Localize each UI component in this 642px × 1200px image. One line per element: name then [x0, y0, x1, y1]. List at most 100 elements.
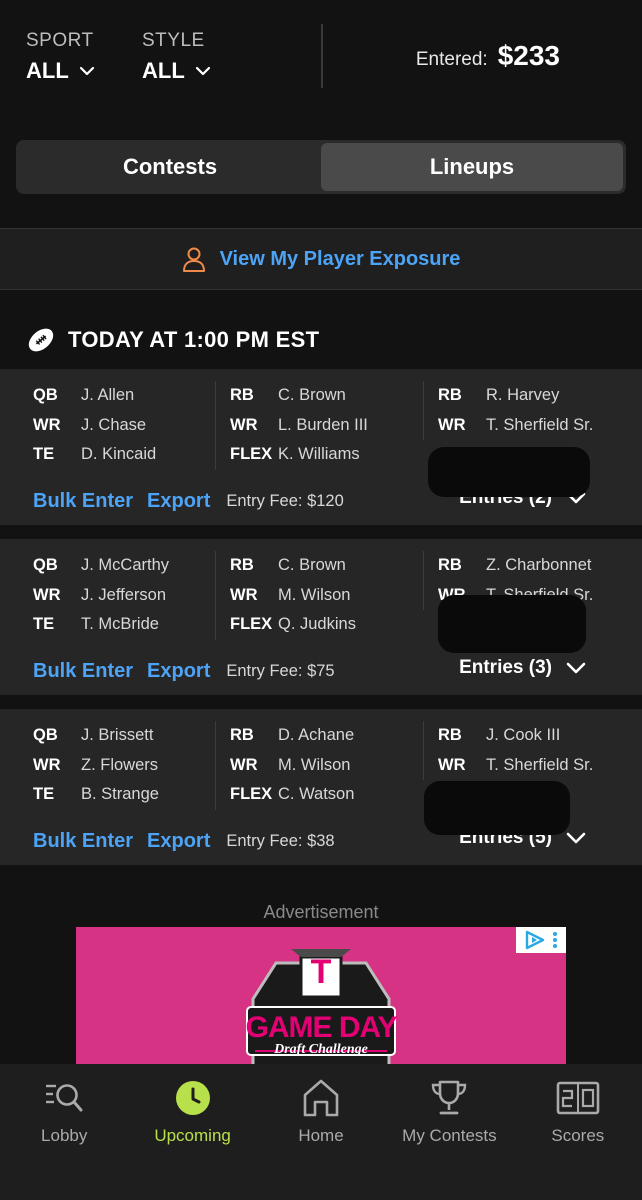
bulk-enter-button[interactable]: Bulk Enter [33, 830, 133, 853]
lineup-card[interactable]: QB J. McCarthy WR J. Jefferson TE T. McBrid… [0, 539, 642, 695]
position-label: TE [33, 785, 55, 804]
lineup-column: QB J. Brissett WR Z. Flowers TE B. Strange [33, 721, 233, 810]
player-name: T. Sherfield Sr. [486, 755, 594, 774]
position-label: FLEX [230, 785, 273, 804]
lineup-column: RB D. Achane WR M. Wilson FLEX C. Watson [215, 721, 415, 810]
player-name: K. Williams [278, 445, 360, 464]
bulk-enter-button[interactable]: Bulk Enter [33, 490, 133, 513]
player-name: Z. Charbonnet [486, 556, 592, 575]
advertisement-label: Advertisement [263, 902, 379, 922]
position-label: WR [438, 415, 466, 434]
nav-home[interactable]: Home [257, 1064, 385, 1200]
position-label: QB [33, 386, 58, 405]
redaction-mark [438, 595, 586, 653]
entered-total: Entered: $233 [416, 40, 560, 72]
ad-headline: GAME DAY [245, 1011, 398, 1044]
slate-header: TODAY AT 1:00 PM EST [26, 325, 319, 355]
player-name: J. Brissett [81, 726, 154, 745]
position-label: FLEX [230, 615, 273, 634]
style-filter-value: ALL [142, 58, 185, 83]
entered-label: Entered: [415, 49, 488, 70]
position-label: RB [230, 556, 254, 575]
lineup-card[interactable]: QB J. Brissett WR Z. Flowers TE B. Strange … [0, 709, 642, 865]
position-label: WR [230, 585, 258, 604]
nav-upcoming-label: Upcoming [154, 1126, 231, 1145]
position-label: WR [438, 755, 466, 774]
position-label: FLEX [230, 445, 273, 464]
entered-amount: $233 [497, 40, 560, 71]
player-exposure-link[interactable]: View My Player Exposure [0, 228, 642, 290]
player-name: J. Chase [81, 415, 147, 434]
nav-scores-label: Scores [551, 1126, 605, 1145]
clock-icon [175, 1081, 210, 1115]
sport-filter-label: SPORT [26, 30, 94, 51]
lineup-column: QB J. Allen WR J. Chase TE D. Kincaid [33, 381, 233, 470]
nav-my-contests-label: My Contests [402, 1126, 497, 1145]
player-name: L. Burden III [278, 415, 368, 434]
sport-filter-value: ALL [26, 58, 69, 83]
chevron-down-icon [566, 662, 586, 674]
position-label: RB [438, 386, 462, 405]
trophy-icon [432, 1080, 467, 1115]
tab-contests[interactable]: Contests [19, 143, 321, 191]
home-icon [303, 1079, 339, 1117]
redaction-mark [424, 781, 570, 835]
player-name: Q. Judkins [278, 615, 356, 634]
player-name: D. Kincaid [81, 445, 157, 464]
style-filter-label: STYLE [142, 30, 205, 51]
position-label: WR [33, 755, 61, 774]
ad-choices-icon [525, 930, 545, 950]
player-name: J. Cook III [486, 726, 561, 745]
position-label: RB [230, 386, 254, 405]
more-options-icon [553, 932, 557, 948]
tab-lineups[interactable]: Lineups [321, 143, 623, 191]
player-name: M. Wilson [278, 585, 351, 604]
position-label: TE [33, 615, 55, 634]
player-name: J. McCarthy [81, 556, 170, 575]
entries-toggle[interactable]: Entries (3) [459, 657, 586, 679]
export-button[interactable]: Export [147, 830, 210, 853]
brand-letter: T [310, 953, 332, 991]
position-label: WR [230, 755, 258, 774]
style-filter[interactable]: STYLE ALL [142, 30, 211, 84]
lineup-card[interactable]: QB J. Allen WR J. Chase TE D. Kincaid RB C. … [0, 369, 642, 525]
entry-fee: Entry Fee: $120 [226, 491, 344, 510]
nav-upcoming[interactable]: Upcoming [128, 1064, 256, 1200]
player-exposure-label: View My Player Exposure [219, 247, 461, 270]
export-button[interactable]: Export [147, 660, 210, 683]
bottom-nav: Lobby Upcoming Home My Contests Scores [0, 1064, 642, 1200]
ad-choices-badge[interactable] [516, 927, 566, 953]
lineup-column: RB R. Harvey WR T. Sherfield Sr. [423, 381, 623, 440]
ad-subline: Draft Challenge [274, 1042, 368, 1057]
position-label: WR [230, 415, 258, 434]
bulk-enter-button[interactable]: Bulk Enter [33, 660, 133, 683]
nav-scores[interactable]: Scores [514, 1064, 642, 1200]
position-label: RB [438, 726, 462, 745]
position-label: RB [438, 556, 462, 575]
nav-home-label: Home [298, 1126, 344, 1145]
entry-fee: Entry Fee: $38 [226, 831, 335, 850]
player-name: C. Watson [278, 785, 355, 804]
export-button[interactable]: Export [147, 490, 210, 513]
header-divider [321, 24, 323, 88]
player-name: C. Brown [278, 556, 346, 575]
header: SPORT ALL STYLE ALL Entered: $233 [0, 0, 642, 110]
lobby-search-icon [46, 1084, 83, 1112]
advertisement-banner[interactable]: T GAME DAY Draft Challenge [76, 927, 566, 1064]
nav-my-contests[interactable]: My Contests [385, 1064, 513, 1200]
player-name: D. Achane [278, 726, 355, 745]
position-label: QB [33, 726, 58, 745]
entry-fee: Entry Fee: $75 [226, 661, 335, 680]
position-label: QB [33, 556, 58, 575]
nav-lobby[interactable]: Lobby [0, 1064, 128, 1200]
sport-filter[interactable]: SPORT ALL [26, 30, 95, 84]
lineup-column: QB J. McCarthy WR J. Jefferson TE T. McBrid… [33, 551, 233, 640]
player-name: J. Allen [81, 386, 135, 405]
lineup-column: RB J. Cook III WR T. Sherfield Sr. [423, 721, 623, 780]
player-name: R. Harvey [486, 386, 560, 405]
chevron-down-icon [566, 832, 586, 844]
lineup-column: RB C. Brown WR L. Burden III FLEX K. Willia… [215, 381, 415, 470]
chevron-down-icon [195, 66, 210, 76]
nav-lobby-label: Lobby [41, 1126, 88, 1145]
player-name: J. Jefferson [81, 585, 166, 604]
